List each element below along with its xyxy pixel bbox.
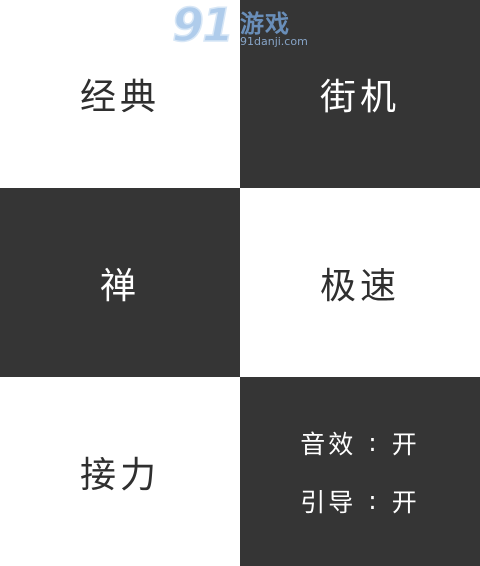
guide-label: 引导 — [300, 487, 357, 517]
mode-label-classic: 经典 — [79, 77, 160, 118]
sound-label: 音效 — [300, 429, 357, 459]
mode-tile-classic[interactable]: 经典 — [0, 0, 240, 188]
mode-tile-rush[interactable]: 极速 — [240, 188, 480, 377]
mode-label-relay: 接力 — [79, 454, 160, 496]
mode-label-arcade: 街机 — [319, 77, 400, 118]
guide-separator: : — [368, 486, 380, 515]
mode-tile-zen[interactable]: 禅 — [0, 188, 240, 377]
settings-tile: 音效 : 开 引导 : 开 — [240, 377, 480, 566]
guide-toggle[interactable]: 引导 : 开 — [300, 483, 419, 519]
mode-tile-relay[interactable]: 接力 — [0, 377, 240, 566]
mode-tile-arcade[interactable]: 街机 — [240, 0, 480, 188]
mode-label-rush: 极速 — [319, 265, 400, 307]
mode-label-zen: 禅 — [99, 265, 140, 307]
guide-value: 开 — [391, 487, 420, 517]
sound-toggle[interactable]: 音效 : 开 — [300, 425, 419, 461]
sound-separator: : — [368, 428, 380, 457]
sound-value: 开 — [391, 429, 420, 459]
mode-grid: 经典 街机 禅 极速 接力 音效 : 开 引导 : 开 — [0, 0, 480, 566]
